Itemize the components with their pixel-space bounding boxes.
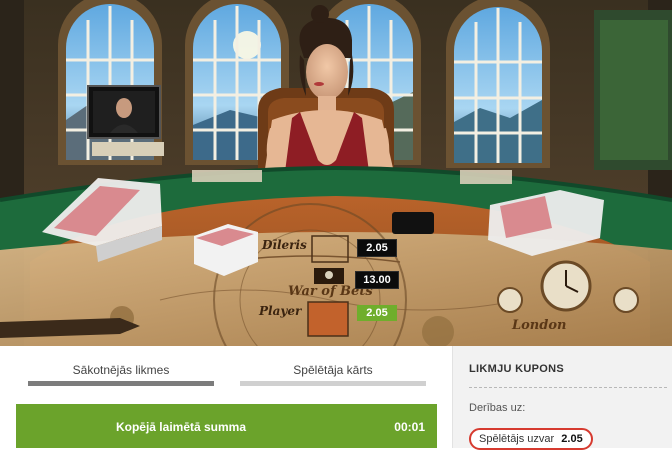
tab-initial-bets[interactable]: Sākotnējās likmes [28, 346, 214, 386]
tab-initial-bets-indicator [28, 381, 214, 386]
countdown-timer: 00:01 [394, 420, 425, 434]
tab-player-card-label: Spēlētāja kārts [293, 363, 373, 377]
table-map-city: London [512, 318, 567, 333]
window-4 [446, 0, 550, 168]
bet-slip-divider [469, 387, 667, 388]
total-win-label: Kopējā laimētā summa [115, 420, 247, 434]
table-tablet [392, 212, 434, 234]
game-controls-panel: Sākotnējās likmes Spēlētāja kārts Kopējā… [0, 346, 672, 450]
player-card-slot [307, 301, 349, 337]
bet-slip: LIKMJU KUPONS Derības uz: Spēlētājs uzva… [452, 346, 672, 450]
player-zone-label: Player [259, 304, 302, 318]
total-win-bar: Kopējā laimētā summa 00:01 [16, 404, 437, 448]
bet-selection[interactable]: Spēlētājs uzvar 2.05 [469, 428, 593, 450]
dealer-zone-label: Dīleris [262, 238, 307, 252]
tab-player-card-indicator [240, 381, 426, 386]
live-video-stream: Dīleris 2.05 War of Bets 13.00 Player 2.… [0, 0, 672, 346]
tab-initial-bets-label: Sākotnējās likmes [72, 363, 170, 377]
window-1 [58, 0, 162, 165]
dealer-odds[interactable]: 2.05 [357, 239, 397, 257]
tab-player-card[interactable]: Spēlētāja kārts [240, 346, 426, 386]
bet-selection-label: Spēlētājs uzvar [479, 433, 555, 445]
player-odds[interactable]: 2.05 [357, 305, 397, 321]
bet-selection-odds: 2.05 [561, 433, 583, 445]
dealer-monitor [87, 85, 164, 156]
tie-odds[interactable]: 13.00 [355, 271, 399, 289]
bet-slip-title: LIKMJU KUPONS [469, 363, 564, 375]
bets-on-label: Derības uz: [469, 402, 526, 414]
bet-tabs-area: Sākotnējās likmes Spēlētāja kārts Kopējā… [0, 346, 452, 448]
